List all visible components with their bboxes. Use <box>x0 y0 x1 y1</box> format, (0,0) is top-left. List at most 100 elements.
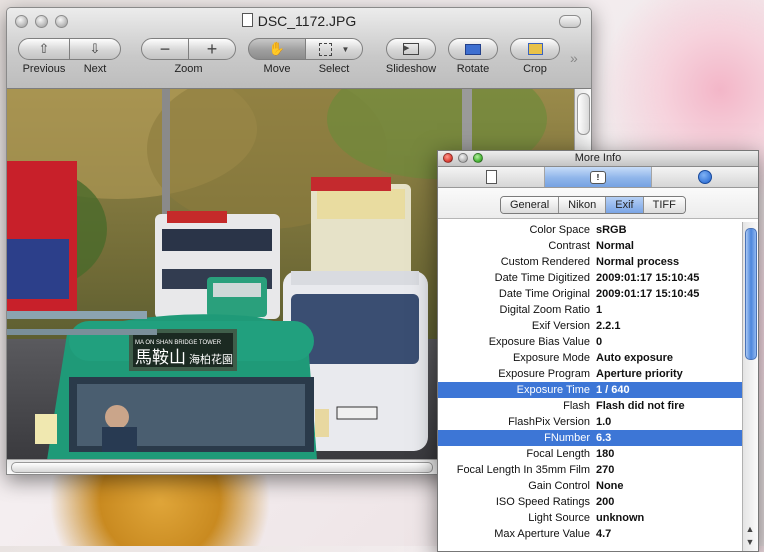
property-name: Gain Control <box>528 480 590 492</box>
move-tool-button[interactable]: ✋ <box>248 38 306 60</box>
panel-minimize-button[interactable] <box>458 153 468 163</box>
property-name: Custom Rendered <box>500 256 590 268</box>
table-row[interactable]: Flash Flash did not fire <box>438 398 743 414</box>
property-value: 2.2.1 <box>596 320 621 332</box>
property-value: Normal process <box>596 256 680 268</box>
property-value: 270 <box>596 464 615 476</box>
property-name: Date Time Digitized <box>494 272 590 284</box>
plus-icon: + <box>206 38 218 59</box>
table-row[interactable]: ISO Speed Ratings 200 <box>438 494 743 510</box>
panel-zoom-button[interactable] <box>473 153 483 163</box>
slideshow-label: Slideshow <box>385 63 437 75</box>
exif-properties-table: Color Space sRGB Contrast Normal Custom Rend… <box>438 222 743 542</box>
property-name: Exposure Mode <box>512 352 590 364</box>
tab-exif[interactable]: Exif <box>606 197 644 213</box>
property-value: 0 <box>596 336 603 348</box>
property-name: Exif Version <box>531 320 590 332</box>
tab-nikon[interactable]: Nikon <box>559 197 607 213</box>
table-row[interactable]: Focal Length 180 <box>438 446 743 462</box>
more-info-tab[interactable]: ! <box>545 167 652 187</box>
crop-label: Crop <box>523 63 547 75</box>
preview-toolbar: DSC_1172.JPG ⇧ ⇩ Previous Next − + Zoom … <box>7 8 591 89</box>
arrow-down-icon: ⇩ <box>89 41 101 56</box>
table-row[interactable]: Digital Zoom Ratio 1 <box>438 302 743 318</box>
window-title: DSC_1172.JPG <box>7 13 591 29</box>
property-name: Exposure Bias Value <box>488 336 590 348</box>
metadata-tabs-bar: General Nikon Exif TIFF <box>438 188 758 219</box>
zoom-out-button[interactable]: − <box>141 38 189 60</box>
table-row[interactable]: FlashPix Version 1.0 <box>438 414 743 430</box>
keywords-tab[interactable] <box>652 167 758 187</box>
property-value: Normal <box>596 240 634 252</box>
table-row[interactable]: Exposure Mode Auto exposure <box>438 350 743 366</box>
previous-button[interactable]: ⇧ <box>18 38 70 60</box>
panel-title: More Info <box>574 152 622 164</box>
chevron-down-icon: ▼ <box>341 44 350 54</box>
next-label: Next <box>83 63 107 75</box>
property-name: Contrast <box>548 240 590 252</box>
property-value: Auto exposure <box>596 352 674 364</box>
info-vertical-scrollbar[interactable]: ▲ ▼ <box>742 222 758 551</box>
property-value: 2009:01:17 15:10:45 <box>596 272 700 284</box>
table-row[interactable]: Gain Control None <box>438 478 743 494</box>
table-row[interactable]: Date Time Original 2009:01:17 15:10:45 <box>438 286 743 302</box>
scroll-down-arrow-icon[interactable]: ▼ <box>745 536 755 548</box>
rotate-label: Rotate <box>456 63 490 75</box>
property-value: 200 <box>596 496 615 508</box>
toolbar-overflow-icon[interactable]: » <box>570 50 578 66</box>
more-info-panel: More Info ! General Nikon Exif TIFF Colo… <box>437 150 759 552</box>
scrollbar-thumb[interactable] <box>577 93 590 135</box>
table-row[interactable]: Custom Rendered Normal process <box>438 254 743 270</box>
crop-icon <box>527 43 543 55</box>
zoom-in-button[interactable]: + <box>188 38 236 60</box>
table-row[interactable]: Exposure Bias Value 0 <box>438 334 743 350</box>
tab-tiff[interactable]: TIFF <box>643 197 685 213</box>
zoom-label: Zoom <box>174 63 203 75</box>
property-name: Light Source <box>528 512 590 524</box>
tab-general[interactable]: General <box>501 197 560 213</box>
hand-icon: ✋ <box>268 41 286 56</box>
slideshow-button[interactable]: ▶ <box>386 38 436 60</box>
table-row[interactable]: Max Aperture Value 4.7 <box>438 526 743 542</box>
table-row[interactable]: Exposure Time 1 / 640 <box>438 382 743 398</box>
property-name: Exposure Time <box>516 384 590 396</box>
scroll-up-arrow-icon[interactable]: ▲ <box>745 523 755 535</box>
crop-button[interactable] <box>510 38 560 60</box>
property-name: Exposure Program <box>498 368 590 380</box>
table-row[interactable]: FNumber 6.3 <box>438 430 743 446</box>
select-label: Select <box>318 63 350 75</box>
more-info-titlebar: More Info <box>438 151 758 167</box>
property-value: 4.7 <box>596 528 612 540</box>
table-row[interactable]: Light Source unknown <box>438 510 743 526</box>
table-row[interactable]: Contrast Normal <box>438 238 743 254</box>
property-value: unknown <box>596 512 645 524</box>
property-name: Date Time Original <box>498 288 590 300</box>
next-button[interactable]: ⇩ <box>69 38 121 60</box>
scrollbar-thumb[interactable] <box>745 228 757 360</box>
table-row[interactable]: Color Space sRGB <box>438 222 743 238</box>
document-icon <box>241 13 253 27</box>
previous-label: Previous <box>22 63 66 75</box>
property-value: 1 <box>596 304 603 316</box>
table-row[interactable]: Focal Length In 35mm Film 270 <box>438 462 743 478</box>
rotate-button[interactable] <box>448 38 498 60</box>
magnifier-icon <box>698 170 712 184</box>
property-name: Focal Length <box>526 448 590 460</box>
panel-close-button[interactable] <box>443 153 453 163</box>
document-icon <box>485 170 497 184</box>
table-row[interactable]: Exposure Program Aperture priority <box>438 366 743 382</box>
table-row[interactable]: Exif Version 2.2.1 <box>438 318 743 334</box>
property-value: sRGB <box>596 224 627 236</box>
minibus-sign-line1: MA ON SHAN BRIDGE TOWER <box>135 340 222 346</box>
info-category-segmented-control: ! <box>438 167 758 188</box>
property-value: Aperture priority <box>596 368 683 380</box>
scrollbar-thumb[interactable] <box>11 462 433 473</box>
info-bubble-icon: ! <box>590 170 606 184</box>
move-label: Move <box>263 63 291 75</box>
table-row[interactable]: Date Time Digitized 2009:01:17 15:10:45 <box>438 270 743 286</box>
select-tool-button[interactable]: ▼ <box>305 38 363 60</box>
general-info-tab[interactable] <box>438 167 545 187</box>
property-name: Color Space <box>529 224 590 236</box>
marquee-select-icon <box>318 42 332 56</box>
property-value: 1 / 640 <box>596 384 630 396</box>
